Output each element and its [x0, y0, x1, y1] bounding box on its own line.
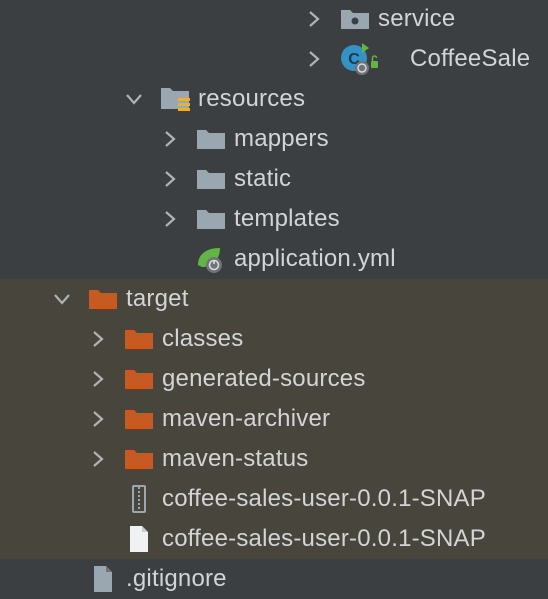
tree-item-classes[interactable]: classes: [0, 319, 548, 359]
tree-item-original-file[interactable]: coffee-sales-user-0.0.1-SNAP: [0, 519, 548, 559]
package-folder-icon: [338, 0, 372, 39]
tree-item-mappers[interactable]: mappers: [0, 119, 548, 159]
chevron-right-icon[interactable]: [88, 319, 108, 359]
chevron-right-icon[interactable]: [304, 0, 324, 39]
tree-item-gitignore[interactable]: .gitignore: [0, 559, 548, 599]
chevron-right-icon[interactable]: [160, 159, 180, 199]
tree-item-label: coffee-sales-user-0.0.1-SNAP: [162, 525, 486, 552]
jar-archive-icon: [122, 479, 156, 519]
spring-boot-class-icon: C: [338, 39, 378, 79]
tree-item-label: maven-status: [162, 445, 309, 472]
excluded-folder-icon: [86, 279, 120, 319]
file-icon: [122, 519, 156, 559]
folder-icon: [194, 119, 228, 159]
tree-item-coffee-sale-application[interactable]: C CoffeeSale: [0, 39, 548, 79]
tree-item-label: static: [234, 165, 292, 192]
tree-item-maven-archiver[interactable]: maven-archiver: [0, 399, 548, 439]
tree-item-label: .gitignore: [126, 565, 227, 592]
folder-icon: [194, 199, 228, 239]
tree-item-target[interactable]: target: [0, 279, 548, 319]
chevron-right-icon[interactable]: [160, 199, 180, 239]
tree-item-label: mappers: [234, 125, 329, 152]
chevron-right-icon[interactable]: [160, 119, 180, 159]
tree-item-label: CoffeeSale: [410, 45, 531, 72]
tree-item-label: classes: [162, 325, 244, 352]
excluded-folder-icon: [122, 439, 156, 479]
tree-item-label: resources: [198, 85, 306, 112]
chevron-right-icon[interactable]: [88, 439, 108, 479]
tree-item-label: coffee-sales-user-0.0.1-SNAP: [162, 485, 486, 512]
spring-config-file-icon: [194, 239, 228, 279]
chevron-right-icon[interactable]: [88, 359, 108, 399]
tree-item-label: service: [378, 5, 456, 32]
tree-item-application-yml[interactable]: application.yml: [0, 239, 548, 279]
folder-icon: [194, 159, 228, 199]
tree-item-jar-file[interactable]: coffee-sales-user-0.0.1-SNAP: [0, 479, 548, 519]
resources-folder-icon: [158, 79, 192, 119]
excluded-folder-icon: [122, 399, 156, 439]
tree-item-label: generated-sources: [162, 365, 366, 392]
tree-item-maven-status[interactable]: maven-status: [0, 439, 548, 479]
project-tree: service C CoffeeSale resources mappers s…: [0, 0, 548, 592]
excluded-folder-icon: [122, 359, 156, 399]
tree-item-label: target: [126, 285, 189, 312]
tree-item-resources[interactable]: resources: [0, 79, 548, 119]
tree-item-label: templates: [234, 205, 340, 232]
tree-item-templates[interactable]: templates: [0, 199, 548, 239]
chevron-right-icon[interactable]: [88, 399, 108, 439]
excluded-folder-icon: [122, 319, 156, 359]
tree-item-label: maven-archiver: [162, 405, 331, 432]
chevron-down-icon[interactable]: [52, 279, 72, 319]
chevron-right-icon[interactable]: [304, 39, 324, 79]
tree-item-generated-sources[interactable]: generated-sources: [0, 359, 548, 399]
chevron-down-icon[interactable]: [124, 79, 144, 119]
tree-item-static[interactable]: static: [0, 159, 548, 199]
gitignore-file-icon: [86, 559, 120, 599]
tree-item-service[interactable]: service: [0, 0, 548, 39]
tree-item-label: application.yml: [234, 245, 396, 272]
